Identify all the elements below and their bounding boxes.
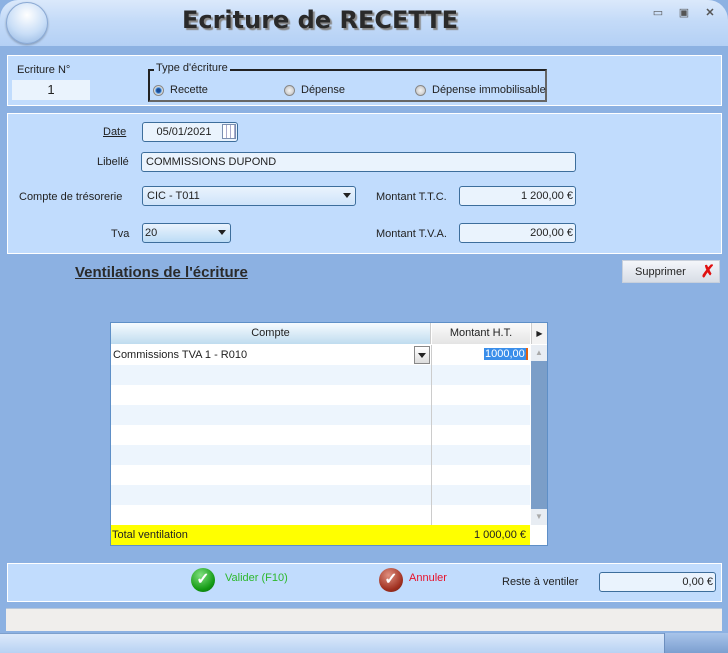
ecriture-number: 1 bbox=[12, 80, 90, 100]
libelle-field[interactable]: COMMISSIONS DUPOND bbox=[141, 152, 576, 172]
compte-tresorerie-select[interactable]: CIC - T011 bbox=[142, 186, 356, 206]
table-row[interactable] bbox=[111, 445, 530, 465]
ventilation-grid: Compte Montant H.T. ▶ Commissions TVA 1 … bbox=[110, 322, 548, 546]
total-label: Total ventilation bbox=[112, 529, 188, 541]
table-row[interactable] bbox=[111, 485, 530, 505]
table-row[interactable] bbox=[111, 465, 530, 485]
table-row[interactable] bbox=[111, 385, 530, 405]
radio-label: Dépense immobilisable bbox=[432, 84, 546, 96]
cancel-check-icon: ✓ bbox=[379, 568, 403, 592]
radio-label: Recette bbox=[170, 84, 208, 96]
radio-icon bbox=[153, 84, 164, 96]
row-montant-input[interactable]: 1000,00 bbox=[484, 348, 528, 360]
date-label: Date bbox=[103, 126, 127, 138]
ventilation-title: Ventilations de l'écriture bbox=[75, 264, 248, 281]
chevron-down-icon bbox=[343, 193, 351, 198]
table-row[interactable] bbox=[111, 505, 530, 525]
ttc-field[interactable]: 1 200,00 € bbox=[459, 186, 576, 206]
chevron-down-icon bbox=[218, 230, 226, 235]
tva-label: Tva bbox=[111, 228, 130, 240]
table-row[interactable] bbox=[111, 405, 530, 425]
row-compte: Commissions TVA 1 - R010 bbox=[113, 349, 248, 361]
status-bar bbox=[6, 608, 722, 631]
chevron-down-icon bbox=[418, 353, 426, 358]
vertical-scrollbar[interactable]: ▲ ▼ bbox=[531, 345, 547, 525]
tva-amount-label: Montant T.V.A. bbox=[376, 228, 447, 240]
radio-recette[interactable]: Recette bbox=[153, 84, 208, 96]
check-icon: ✓ bbox=[191, 568, 215, 592]
radio-icon bbox=[415, 84, 426, 96]
delete-x-icon: ✗ bbox=[700, 262, 715, 281]
table-row[interactable] bbox=[111, 425, 530, 445]
tva-value: 20 bbox=[145, 227, 158, 239]
radio-label: Dépense bbox=[301, 84, 346, 96]
total-row: Total ventilation 1 000,00 € bbox=[111, 525, 530, 545]
radio-depense-immobilisable[interactable]: Dépense immobilisable bbox=[415, 84, 546, 96]
compte-tresorerie-label: Compte de trésorerie bbox=[19, 191, 123, 203]
scroll-down-icon[interactable]: ▼ bbox=[531, 509, 547, 525]
scroll-right-icon[interactable]: ▶ bbox=[531, 323, 547, 344]
validate-button[interactable]: ✓ Valider (F10) bbox=[191, 568, 288, 592]
cancel-button[interactable]: ✓ Annuler bbox=[379, 568, 447, 592]
window-title: Ecriture de RECETTE bbox=[181, 6, 459, 34]
close-icon[interactable]: ✕ bbox=[700, 6, 720, 20]
minimize-icon[interactable]: ▭ bbox=[648, 6, 668, 20]
tva-select[interactable]: 20 bbox=[142, 223, 231, 243]
column-header-montant[interactable]: Montant H.T. bbox=[432, 323, 530, 344]
row-compte-dropdown[interactable] bbox=[414, 346, 430, 364]
radio-depense[interactable]: Dépense bbox=[284, 84, 345, 96]
tva-amount-field[interactable]: 200,00 € bbox=[459, 223, 576, 243]
app-orb-button[interactable] bbox=[6, 2, 48, 44]
reste-label: Reste à ventiler bbox=[502, 576, 579, 588]
delete-button[interactable]: Supprimer ✗ bbox=[622, 260, 720, 283]
bottom-bar bbox=[0, 633, 664, 653]
reste-field: 0,00 € bbox=[599, 572, 716, 592]
calendar-icon[interactable] bbox=[222, 124, 236, 139]
bottom-bar-corner bbox=[664, 633, 728, 653]
column-divider bbox=[431, 345, 432, 525]
cancel-label: Annuler bbox=[409, 572, 447, 584]
scroll-up-icon[interactable]: ▲ bbox=[531, 345, 547, 361]
radio-icon bbox=[284, 84, 295, 96]
validate-label: Valider (F10) bbox=[225, 572, 288, 584]
compte-value: CIC - T011 bbox=[147, 190, 200, 202]
ttc-label: Montant T.T.C. bbox=[376, 191, 447, 203]
type-ecriture-label: Type d'écriture bbox=[154, 62, 230, 74]
table-row[interactable]: Commissions TVA 1 - R010 1000,00 bbox=[111, 345, 530, 365]
table-row[interactable] bbox=[111, 365, 530, 385]
column-header-compte[interactable]: Compte bbox=[111, 323, 431, 344]
libelle-label: Libellé bbox=[97, 156, 129, 168]
maximize-icon[interactable]: ▣ bbox=[674, 6, 694, 20]
ecriture-label: Ecriture N° bbox=[17, 64, 71, 76]
total-value: 1 000,00 € bbox=[474, 529, 526, 541]
delete-label: Supprimer bbox=[635, 266, 686, 278]
